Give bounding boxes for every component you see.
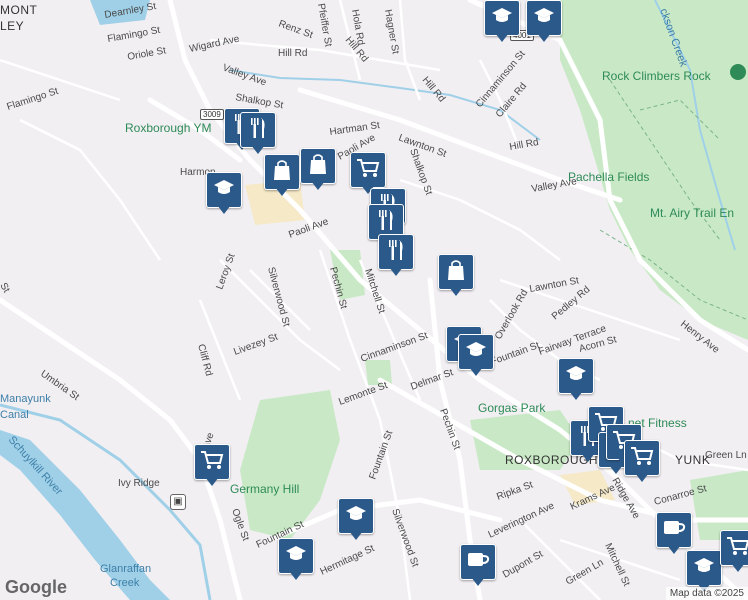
svg-text:Roxborough YM: Roxborough YM (125, 121, 212, 135)
svg-text:Glanraffan: Glanraffan (100, 563, 151, 575)
shopping-cart-icon (726, 536, 748, 561)
map-pin-school[interactable] (558, 358, 594, 402)
map-pin-school[interactable] (338, 498, 374, 542)
svg-text:Ripka St: Ripka St (495, 479, 534, 502)
svg-text:Pechin St: Pechin St (437, 407, 462, 451)
school-icon (491, 7, 513, 30)
google-logo: Google (5, 577, 67, 597)
map-pin-school[interactable] (526, 0, 562, 44)
svg-text:Wigard Ave: Wigard Ave (188, 33, 241, 54)
svg-text:Hill Rd: Hill Rd (420, 75, 447, 105)
svg-text:Pfeiffer St: Pfeiffer St (315, 3, 333, 48)
map-pin-school[interactable] (484, 0, 520, 44)
svg-text:Manayunk: Manayunk (0, 393, 51, 405)
shopping-cart-icon (630, 446, 654, 471)
svg-text:Gorgas Park: Gorgas Park (478, 401, 546, 415)
restaurant-icon (386, 239, 406, 266)
school-icon (565, 365, 587, 388)
map-pin-shopping-cart[interactable] (194, 444, 230, 488)
map-pin-shopping-bag[interactable] (300, 148, 336, 192)
svg-text:Canal: Canal (0, 409, 29, 421)
school-icon (693, 557, 715, 580)
svg-text:Fountain St: Fountain St (489, 340, 541, 368)
route-shield: 3009 (200, 109, 224, 120)
svg-text:Cinnaminson St: Cinnaminson St (359, 330, 429, 365)
train-station-icon[interactable]: ▣ (170, 494, 186, 510)
school-icon (285, 545, 307, 568)
svg-text:Oriole St: Oriole St (127, 45, 167, 63)
svg-text:Creek: Creek (110, 577, 140, 589)
coffee-icon (466, 550, 490, 575)
shopping-cart-icon (356, 158, 380, 183)
svg-text:Delmar St: Delmar St (409, 367, 455, 393)
map-canvas[interactable]: MONT LEY ROXBOROUGH YUNK Roxborough YM P… (0, 0, 748, 600)
restaurant-icon (248, 117, 268, 144)
shopping-bag-icon (446, 259, 466, 286)
map-pin-shopping-bag[interactable] (438, 254, 474, 298)
svg-text:Germany Hill: Germany Hill (230, 482, 299, 496)
school-icon (213, 179, 235, 202)
svg-text:Livezey St: Livezey St (232, 332, 279, 358)
restaurant-icon (376, 209, 396, 236)
svg-text:Hermitage St: Hermitage St (319, 543, 377, 578)
svg-text:Flamingo St: Flamingo St (6, 86, 60, 113)
svg-text:Lemonte St: Lemonte St (337, 380, 389, 408)
shopping-cart-icon (200, 450, 224, 475)
svg-text:MONT: MONT (0, 3, 37, 17)
map-attribution[interactable]: Map data ©2025 (665, 587, 748, 600)
svg-text:St: St (0, 281, 12, 295)
svg-text:Mitchell St: Mitchell St (602, 542, 632, 589)
map-pin-coffee[interactable] (460, 544, 496, 588)
map-pin-school[interactable] (278, 538, 314, 582)
map-pin-school[interactable] (458, 334, 494, 378)
map-pin-restaurant[interactable] (240, 112, 276, 156)
svg-text:Pachella Fields: Pachella Fields (568, 170, 649, 184)
svg-text:Flamingo St: Flamingo St (107, 25, 162, 45)
svg-text:Hill Rd: Hill Rd (278, 48, 307, 59)
svg-text:Mt. Airy Trail En: Mt. Airy Trail En (650, 206, 734, 220)
svg-text:Renz St: Renz St (277, 18, 314, 41)
school-icon (533, 7, 555, 30)
map-pin-shopping-cart[interactable] (624, 440, 660, 484)
svg-text:LEY: LEY (0, 19, 24, 33)
svg-text:Valley Ave: Valley Ave (221, 62, 268, 88)
map-pin-shopping-cart[interactable] (720, 530, 748, 574)
svg-text:Cliff Rd: Cliff Rd (195, 343, 214, 377)
svg-text:Hill Rd: Hill Rd (509, 137, 540, 153)
svg-text:Hagner St: Hagner St (382, 9, 401, 55)
map-pin-shopping-bag[interactable] (264, 154, 300, 198)
svg-text:Leroy St: Leroy St (214, 252, 237, 291)
shopping-bag-icon (272, 159, 292, 186)
school-icon (345, 505, 367, 528)
coffee-icon (662, 518, 686, 543)
svg-text:Ivy Ridge: Ivy Ridge (118, 478, 160, 489)
place-marker-icon[interactable] (730, 64, 746, 80)
shopping-bag-icon (308, 153, 328, 180)
map-pin-restaurant[interactable] (378, 234, 414, 278)
svg-text:Rock Climbers Rock: Rock Climbers Rock (602, 69, 712, 83)
school-icon (465, 341, 487, 364)
svg-text:Dupont St: Dupont St (501, 549, 545, 581)
map-pin-school[interactable] (206, 172, 242, 216)
map-base: MONT LEY ROXBOROUGH YUNK Roxborough YM P… (0, 0, 748, 600)
svg-text:Green Ln: Green Ln (705, 450, 747, 461)
svg-text:Lawnton St: Lawnton St (529, 275, 580, 295)
